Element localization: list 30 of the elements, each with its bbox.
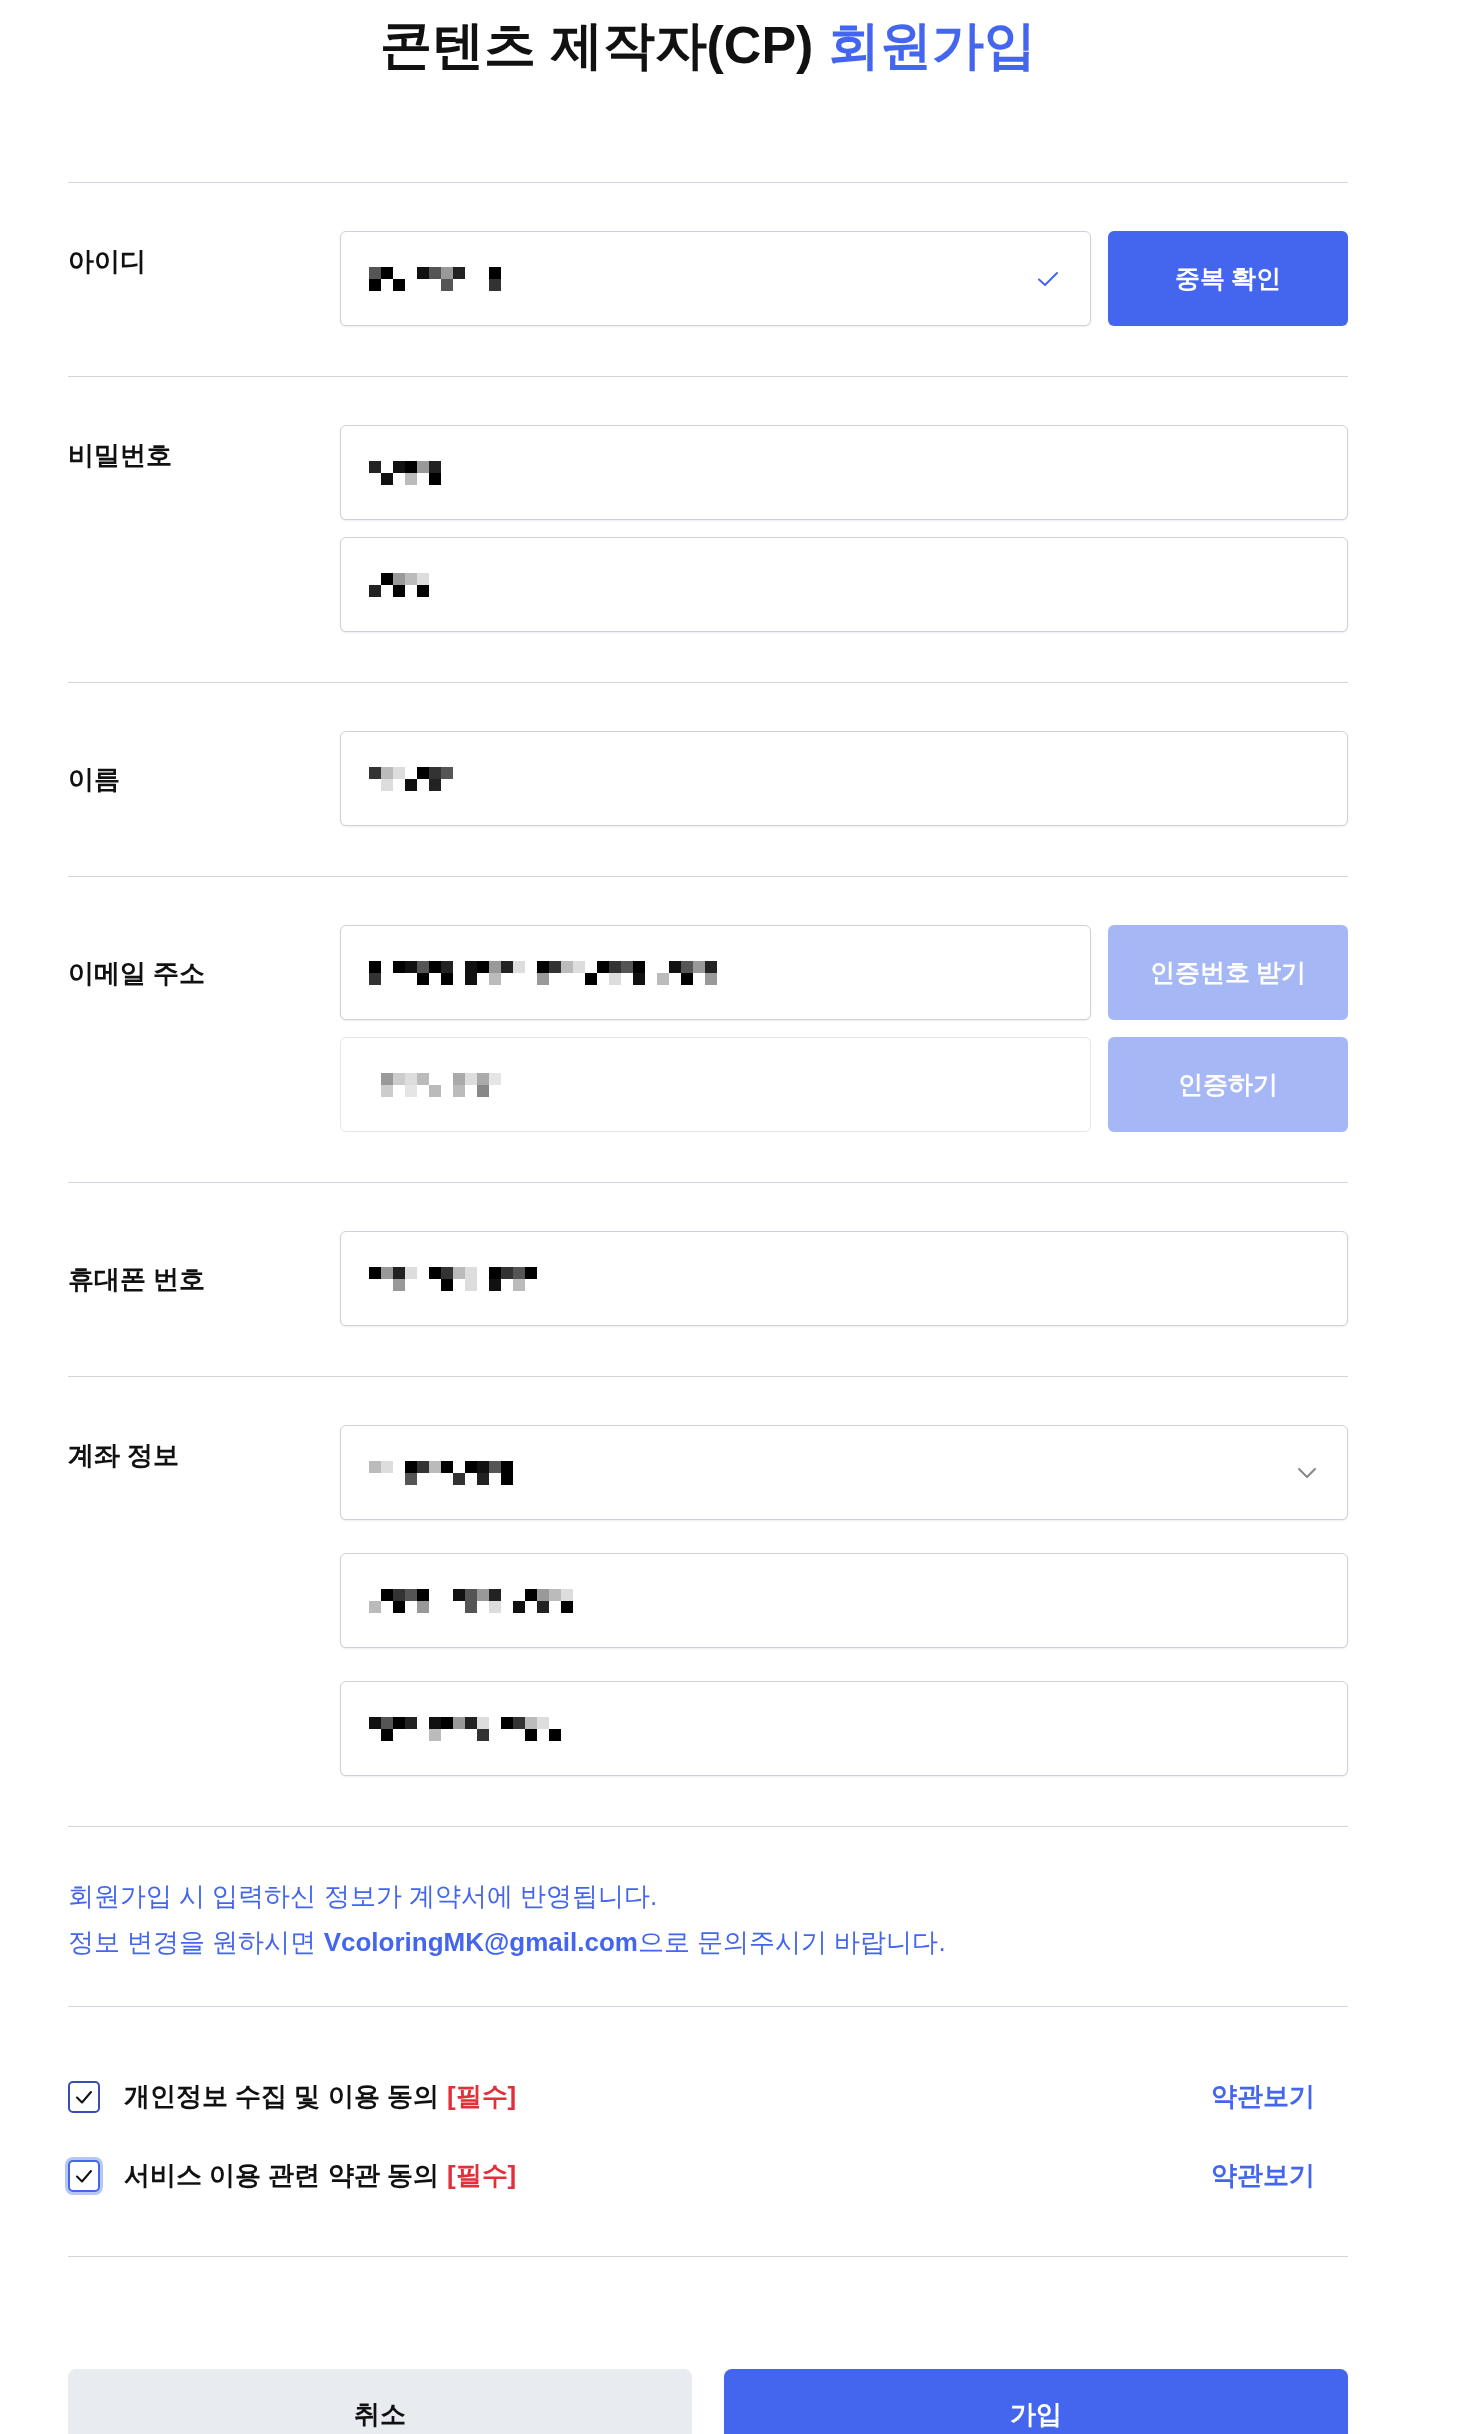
select-field[interactable]: [340, 1425, 1348, 1520]
chevron-down-icon: [1297, 1466, 1317, 1479]
field-label: 이름: [68, 763, 121, 794]
terms-link[interactable]: 약관보기: [1211, 2077, 1315, 2116]
checkbox[interactable]: [68, 2080, 100, 2113]
field-label: 아이디: [68, 245, 147, 276]
required-tag: [필수]: [446, 2077, 517, 2116]
page-title: 콘텐츠 제작자(CP) 회원가입: [379, 15, 1037, 76]
notice-text: 회원가입 시 입력하신 정보가 계약서에 반영됩니다.: [68, 1880, 659, 1913]
field-label: 이메일 주소: [68, 957, 207, 988]
input-field[interactable]: [340, 1553, 1348, 1648]
input-field[interactable]: [340, 537, 1348, 632]
input-field[interactable]: [340, 1681, 1348, 1776]
agreement-label: 서비스 이용 관련 약관 동의: [124, 2159, 439, 2192]
input-field[interactable]: [340, 231, 1091, 326]
input-field[interactable]: [340, 425, 1348, 520]
field-label: 계좌 정보: [68, 1439, 181, 1470]
field-label: 비밀번호: [68, 439, 173, 470]
input-field[interactable]: [340, 731, 1348, 826]
action-button[interactable]: 중복 확인: [1108, 231, 1348, 326]
field-label: 휴대폰 번호: [68, 1263, 207, 1294]
input-field[interactable]: [340, 925, 1091, 1020]
notice-text: 정보 변경을 원하시면 VcoloringMK@gmail.com으로 문의주시기 바랍니다.: [68, 1926, 947, 1959]
terms-link[interactable]: 약관보기: [1211, 2156, 1315, 2195]
required-tag: [필수]: [446, 2156, 517, 2195]
cancel-button[interactable]: 취소: [68, 2369, 692, 2434]
input-field[interactable]: [340, 1231, 1348, 1326]
checkbox[interactable]: [68, 2159, 100, 2192]
agreement-label: 개인정보 수집 및 이용 동의: [124, 2080, 439, 2113]
submit-button[interactable]: 가입: [724, 2369, 1348, 2434]
